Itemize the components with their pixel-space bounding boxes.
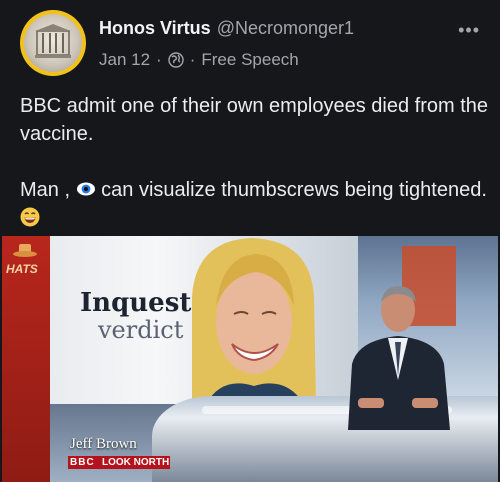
corner-logo-label: HATS <box>6 262 38 276</box>
portrait-image <box>192 238 316 404</box>
community-link[interactable]: Free Speech <box>201 50 298 70</box>
hat-icon <box>13 244 37 257</box>
author-handle[interactable]: @Necromonger1 <box>217 18 354 38</box>
bbc-logo: BBC <box>70 457 95 468</box>
post-card: Honos Virtus @Necromonger1 Jan 12 · · Fre… <box>0 0 500 482</box>
meta-separator: · <box>189 50 196 69</box>
post-date[interactable]: Jan 12 <box>99 50 150 70</box>
eye-icon <box>76 179 96 199</box>
grinning-face-icon <box>20 207 40 227</box>
globe-icon <box>168 52 184 68</box>
avatar[interactable] <box>20 10 86 76</box>
author-display-name[interactable]: Honos Virtus <box>99 18 211 38</box>
caption-station: LOOK NORTH <box>102 457 170 468</box>
coin-emblem-icon <box>24 14 82 72</box>
post-paragraph: BBC admit one of their own employees die… <box>20 95 489 145</box>
attached-video-still[interactable]: Inquest verdict HATS Jeff Brown BBC LOOK… <box>2 236 498 482</box>
author-row: Honos Virtus @Necromonger1 <box>99 18 354 39</box>
more-options-button[interactable]: ••• <box>458 20 480 41</box>
screen-subtitle: verdict <box>98 316 184 344</box>
post-meta: Jan 12 · · Free Speech <box>99 50 299 70</box>
meta-separator: · <box>156 50 162 69</box>
caption-name: Jeff Brown <box>70 436 137 452</box>
post-paragraph: Man , can visualize thumbscrews being ti… <box>20 176 490 232</box>
post-text: BBC admit one of their own employees die… <box>20 92 490 232</box>
screen-title: Inquest <box>80 288 192 318</box>
news-anchor-image <box>348 286 450 430</box>
